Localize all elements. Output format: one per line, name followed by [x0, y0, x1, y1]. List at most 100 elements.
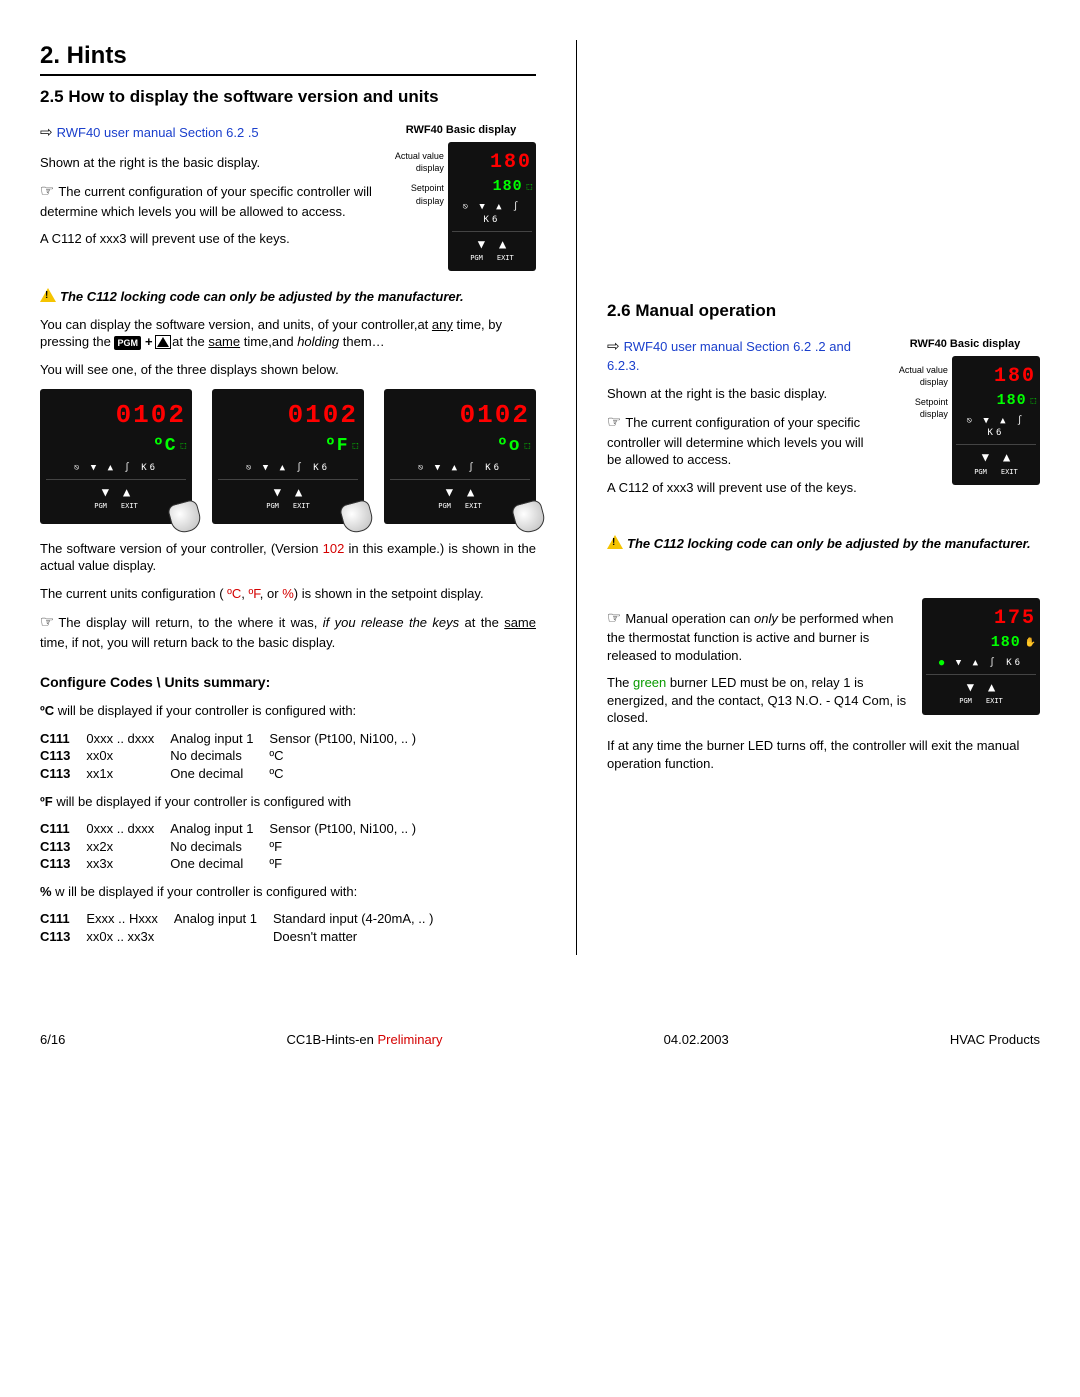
setpoint-display: ºC — [153, 434, 177, 458]
display-percent: 0102 ºo⬚ ⎋ ▼ ▲ ∫ K6 ▼▲ PGMEXIT — [384, 389, 536, 524]
setpoint-display: ºo — [497, 434, 521, 458]
t: will be displayed if your controller is … — [54, 703, 356, 718]
up-button-icon: ▲ — [295, 484, 302, 500]
up-button-icon: ▲ — [467, 484, 474, 500]
version-number: 102 — [323, 541, 345, 556]
hand-icon: ⬚ — [181, 440, 186, 452]
units-config-paragraph: The current units configuration ( ºC, ºF… — [40, 585, 536, 603]
actual-value-display: 0102 — [116, 398, 186, 433]
f-intro: ºF will be displayed if your controller … — [40, 793, 536, 811]
pointing-hand-icon: ☞ — [607, 414, 621, 431]
hand-icon: ⬚ — [525, 440, 530, 452]
manual-link-26[interactable]: RWF40 user manual Section 6.2 .2 and 6.2… — [607, 339, 851, 373]
t: any — [432, 317, 453, 332]
pgm-label: PGM — [959, 697, 972, 706]
arrow-icon: ⇨ — [40, 123, 53, 143]
unit-f: ºF — [249, 586, 260, 601]
table-row: C113xx0xNo decimalsºC — [40, 747, 432, 765]
right-column: 2.6 Manual operation RWF40 Basic display… — [607, 40, 1040, 955]
pgm-label: PGM — [94, 502, 107, 511]
see-three-displays: You will see one, of the three displays … — [40, 361, 536, 379]
pointing-hand-icon: ☞ — [40, 183, 54, 200]
table-row: C113xx2xNo decimalsºF — [40, 838, 432, 856]
manual-link-25[interactable]: RWF40 user manual Section 6.2 .5 — [57, 125, 259, 140]
up-button-icon: ▲ — [1003, 449, 1010, 465]
burner-led-icon: ● — [939, 658, 947, 668]
codes-table-fahrenheit: C1110xxx .. dxxxAnalog input 1Sensor (Pt… — [40, 820, 432, 873]
pgm-label: PGM — [974, 468, 987, 477]
warning-icon — [40, 288, 56, 302]
t: The — [607, 675, 633, 690]
table-row: C113xx1xOne decimalºC — [40, 765, 432, 783]
up-key-icon — [157, 337, 169, 347]
t: , — [241, 586, 248, 601]
t: only — [754, 611, 778, 626]
three-displays-row: 0102 ºC⬚ ⎋ ▼ ▲ ∫ K6 ▼▲ PGMEXIT 0102 ºF⬚ … — [40, 389, 536, 524]
up-button-icon: ▲ — [499, 236, 506, 252]
t: at the — [172, 334, 208, 349]
down-button-icon: ▼ — [274, 484, 281, 500]
t: will be displayed if your controller is … — [53, 794, 351, 809]
c112-lock-warning: The C112 locking code can only be adjust… — [627, 536, 1031, 551]
hand-icon: ⬚ — [1031, 395, 1036, 407]
plus-icon: + — [141, 334, 157, 349]
arrow-icon: ⇨ — [607, 337, 620, 357]
setpoint-display: ºF — [325, 434, 349, 458]
actual-value-display: 0102 — [288, 398, 358, 433]
page-footer: 6/16 CC1B-Hints-en Preliminary 04.02.200… — [40, 1025, 1040, 1049]
setpoint-label: Setpoint display — [386, 182, 444, 206]
device-caption: RWF40 Basic display — [386, 123, 536, 138]
warning-icon — [607, 535, 623, 549]
up-button-icon: ▲ — [123, 484, 130, 500]
t: green — [633, 675, 666, 690]
down-button-icon: ▼ — [967, 679, 974, 695]
setpoint-display: 180 — [997, 391, 1027, 411]
table-row: C113xx3xOne decimalºF — [40, 855, 432, 873]
t: them… — [339, 334, 385, 349]
column-divider — [576, 40, 577, 955]
actual-value-display: 0102 — [460, 398, 530, 433]
page-number: 6/16 — [40, 1031, 65, 1049]
doc-id: CC1B-Hints-en Preliminary — [286, 1031, 442, 1049]
footer-date: 04.02.2003 — [664, 1031, 729, 1049]
down-button-icon: ▼ — [478, 236, 485, 252]
exit-label: EXIT — [293, 502, 310, 511]
exit-label: EXIT — [1001, 468, 1018, 477]
t: ºC — [40, 703, 54, 718]
burner-off-paragraph: If at any time the burner LED turns off,… — [607, 737, 1040, 772]
section-2-5-heading: 2.5 How to display the software version … — [40, 86, 536, 109]
pgm-label: PGM — [470, 254, 483, 263]
software-version-instruction: You can display the software version, an… — [40, 316, 536, 351]
basic-display-figure: RWF40 Basic display Actual value display… — [386, 123, 536, 271]
t: if you release the keys — [323, 615, 459, 630]
actual-value-display: 175 — [994, 605, 1036, 632]
hand-icon: ✋ — [1025, 637, 1036, 649]
t: You can display the software version, an… — [40, 317, 432, 332]
t: w ill be displayed if your controller is… — [52, 884, 358, 899]
config-codes-heading: Configure Codes \ Units summary: — [40, 673, 536, 692]
status-icons-row: ⎋ ▼ ▲ ∫ K6 — [218, 459, 358, 477]
table-row: C1110xxx .. dxxxAnalog input 1Sensor (Pt… — [40, 820, 432, 838]
section-2-6-heading: 2.6 Manual operation — [607, 300, 1040, 323]
p-intro: % w ill be displayed if your controller … — [40, 883, 536, 901]
t: The current units configuration ( — [40, 586, 227, 601]
status-icons-row: ⎋ ▼ ▲ ∫ K6 — [956, 412, 1036, 442]
left-column: 2. Hints 2.5 How to display the software… — [40, 40, 546, 955]
actual-value-label: Actual value display — [386, 150, 444, 174]
unit-c: ºC — [227, 586, 241, 601]
pointing-hand-icon: ☞ — [40, 614, 54, 631]
down-button-icon: ▼ — [102, 484, 109, 500]
t: ) is shown in the setpoint display. — [294, 586, 484, 601]
t: holding — [297, 334, 339, 349]
pgm-key-icon: PGM — [114, 336, 141, 350]
pgm-label: PGM — [438, 502, 451, 511]
setpoint-display: 180 — [991, 633, 1021, 653]
t: same — [208, 334, 240, 349]
table-row: C111Exxx .. HxxxAnalog input 1Standard i… — [40, 910, 449, 928]
actual-value-label: Actual value display — [890, 364, 948, 388]
codes-table-celsius: C1110xxx .. dxxxAnalog input 1Sensor (Pt… — [40, 730, 432, 783]
page-title: 2. Hints — [40, 40, 536, 76]
c-intro: ºC will be displayed if your controller … — [40, 702, 536, 720]
t: same — [504, 615, 536, 630]
codes-table-percent: C111Exxx .. HxxxAnalog input 1Standard i… — [40, 910, 449, 945]
